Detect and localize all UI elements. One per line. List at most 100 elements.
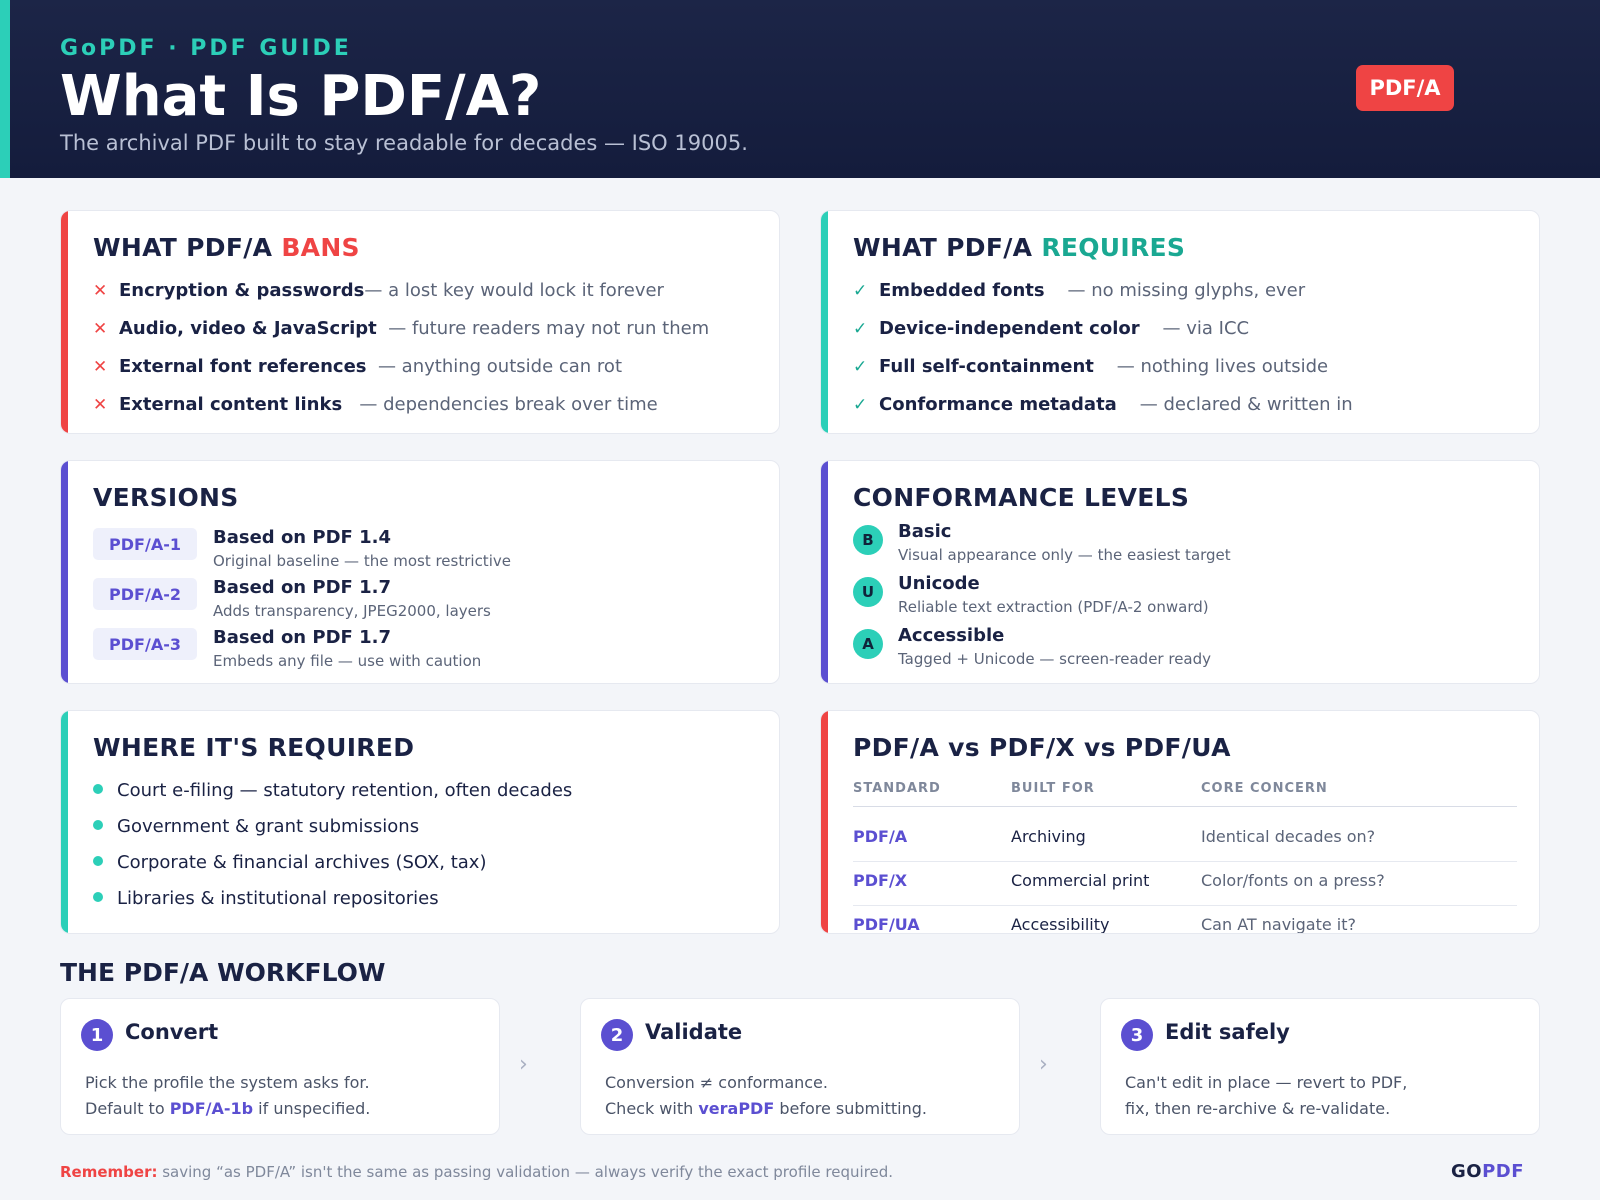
card-accent-strip bbox=[61, 711, 68, 933]
requires-card: WHAT PDF/A REQUIRES ✓ Embedded fonts — no… bbox=[820, 210, 1540, 434]
table-cell-built-for: Accessibility bbox=[1011, 915, 1110, 934]
pdfa-badge: PDF/A bbox=[1356, 65, 1454, 111]
ban-note: — anything outside can rot bbox=[377, 356, 622, 377]
chevron-right-icon: › bbox=[519, 1052, 528, 1077]
version-desc: Adds transparency, JPEG2000, layers bbox=[213, 602, 491, 620]
bans-title-prefix: WHAT PDF/A bbox=[93, 233, 282, 262]
row-divider bbox=[853, 861, 1517, 862]
header-accent-bar bbox=[0, 0, 10, 178]
table-cell-built-for: Commercial print bbox=[1011, 871, 1150, 890]
conformance-title: CONFORMANCE LEVELS bbox=[853, 483, 1190, 512]
list-item: Corporate & financial archives (SOX, tax… bbox=[93, 852, 486, 873]
version-title: Based on PDF 1.4 bbox=[213, 527, 391, 548]
step-line-2: Default to PDF/A-1b if unspecified. bbox=[85, 1099, 370, 1118]
version-tag: PDF/A-1 bbox=[93, 528, 197, 560]
require-item: ✓ Embedded fonts — no missing glyphs, eve… bbox=[853, 280, 1305, 301]
table-cell-concern: Color/fonts on a press? bbox=[1201, 871, 1385, 890]
versions-card: VERSIONS PDF/A-1 Based on PDF 1.4 Origin… bbox=[60, 460, 780, 684]
ban-item: ✕ Encryption & passwords— a lost key woul… bbox=[93, 280, 664, 301]
versions-title: VERSIONS bbox=[93, 483, 239, 512]
bans-title: WHAT PDF/A BANS bbox=[93, 233, 360, 262]
step-number: 1 bbox=[81, 1019, 113, 1051]
bans-title-accent: BANS bbox=[281, 233, 360, 262]
column-header-core-concern: CORE CONCERN bbox=[1201, 781, 1328, 796]
step-line-2-pre: Default to bbox=[85, 1099, 170, 1118]
ban-item: ✕ External content links — dependencies b… bbox=[93, 394, 658, 415]
list-item: Court e-filing — statutory retention, of… bbox=[93, 780, 572, 801]
require-note: — no missing glyphs, ever bbox=[1067, 280, 1306, 301]
ban-item: ✕ External font references — anything out… bbox=[93, 356, 622, 377]
bullet-icon bbox=[93, 856, 103, 866]
level-b-icon: B bbox=[853, 525, 883, 555]
ban-label: External content links bbox=[119, 394, 343, 415]
require-item: ✓ Conformance metadata — declared & writt… bbox=[853, 394, 1353, 415]
card-accent-strip bbox=[61, 461, 68, 683]
require-label: Full self-containment bbox=[879, 356, 1094, 377]
require-note: — declared & written in bbox=[1139, 394, 1353, 415]
x-icon: ✕ bbox=[93, 319, 108, 339]
table-cell-standard: PDF/UA bbox=[853, 915, 920, 934]
ban-label: Encryption & passwords bbox=[119, 280, 365, 301]
version-desc: Embeds any file — use with caution bbox=[213, 652, 482, 670]
level-title: Unicode bbox=[898, 573, 980, 594]
step-title: Validate bbox=[645, 1020, 743, 1044]
footer-note-text: saving “as PDF/A” isn't the same as pass… bbox=[157, 1163, 894, 1181]
require-item: ✓ Device-independent color — via ICC bbox=[853, 318, 1249, 339]
step-number: 3 bbox=[1121, 1019, 1153, 1051]
level-desc: Visual appearance only — the easiest tar… bbox=[898, 546, 1231, 564]
logo-pdf: PDF bbox=[1482, 1161, 1525, 1182]
step-line-2-highlight: veraPDF bbox=[698, 1099, 775, 1118]
step-number: 2 bbox=[601, 1019, 633, 1051]
x-icon: ✕ bbox=[93, 395, 108, 415]
version-tag: PDF/A-3 bbox=[93, 628, 197, 660]
header-divider bbox=[853, 806, 1517, 807]
require-note: — via ICC bbox=[1162, 318, 1250, 339]
list-item-text: Government & grant submissions bbox=[117, 816, 420, 837]
table-cell-built-for: Archiving bbox=[1011, 827, 1086, 846]
bullet-icon bbox=[93, 892, 103, 902]
require-label: Embedded fonts bbox=[879, 280, 1045, 301]
require-item: ✓ Full self-containment — nothing lives o… bbox=[853, 356, 1328, 377]
level-title: Accessible bbox=[898, 625, 1005, 646]
card-accent-strip bbox=[821, 461, 828, 683]
comparison-title: PDF/A vs PDF/X vs PDF/UA bbox=[853, 733, 1231, 762]
row-divider bbox=[853, 905, 1517, 906]
check-icon: ✓ bbox=[853, 281, 868, 301]
step-card-convert: 1 Convert Pick the profile the system as… bbox=[60, 998, 500, 1135]
step-line-2: fix, then re-archive & re-validate. bbox=[1125, 1099, 1390, 1118]
step-title: Edit safely bbox=[1165, 1020, 1290, 1044]
step-line-1: Pick the profile the system asks for. bbox=[85, 1073, 370, 1092]
page-subtitle: The archival PDF built to stay readable … bbox=[60, 131, 748, 155]
bullet-icon bbox=[93, 820, 103, 830]
level-title: Basic bbox=[898, 521, 952, 542]
list-item-text: Libraries & institutional repositories bbox=[117, 888, 439, 909]
version-desc: Original baseline — the most restrictive bbox=[213, 552, 511, 570]
requires-title-prefix: WHAT PDF/A bbox=[853, 233, 1042, 262]
table-cell-standard: PDF/A bbox=[853, 827, 908, 846]
comparison-card: PDF/A vs PDF/X vs PDF/UA STANDARD BUILT … bbox=[820, 710, 1540, 934]
check-icon: ✓ bbox=[853, 395, 868, 415]
version-tag: PDF/A-2 bbox=[93, 578, 197, 610]
gopdf-logo: GOPDF bbox=[1451, 1161, 1524, 1182]
card-accent-strip bbox=[61, 211, 68, 433]
step-card-edit-safely: 3 Edit safely Can't edit in place — reve… bbox=[1100, 998, 1540, 1135]
table-cell-standard: PDF/X bbox=[853, 871, 908, 890]
logo-go: GO bbox=[1451, 1161, 1483, 1182]
version-title: Based on PDF 1.7 bbox=[213, 577, 391, 598]
header-banner: GoPDF · PDF GUIDE What Is PDF/A? The arc… bbox=[0, 0, 1600, 178]
require-label: Conformance metadata bbox=[879, 394, 1117, 415]
level-a-icon: A bbox=[853, 629, 883, 659]
column-header-built-for: BUILT FOR bbox=[1011, 781, 1095, 796]
requires-title: WHAT PDF/A REQUIRES bbox=[853, 233, 1185, 262]
remember-label: Remember: bbox=[60, 1163, 158, 1181]
card-accent-strip bbox=[821, 211, 828, 433]
footer-note: Remember: saving “as PDF/A” isn't the sa… bbox=[60, 1163, 893, 1181]
ban-item: ✕ Audio, video & JavaScript — future read… bbox=[93, 318, 709, 339]
table-cell-concern: Identical decades on? bbox=[1201, 827, 1376, 846]
ban-note: — future readers may not run them bbox=[388, 318, 710, 339]
card-accent-strip bbox=[821, 711, 828, 933]
list-item: Libraries & institutional repositories bbox=[93, 888, 439, 909]
step-line-2: Check with veraPDF before submitting. bbox=[605, 1099, 927, 1118]
chevron-right-icon: › bbox=[1039, 1052, 1048, 1077]
version-title: Based on PDF 1.7 bbox=[213, 627, 391, 648]
